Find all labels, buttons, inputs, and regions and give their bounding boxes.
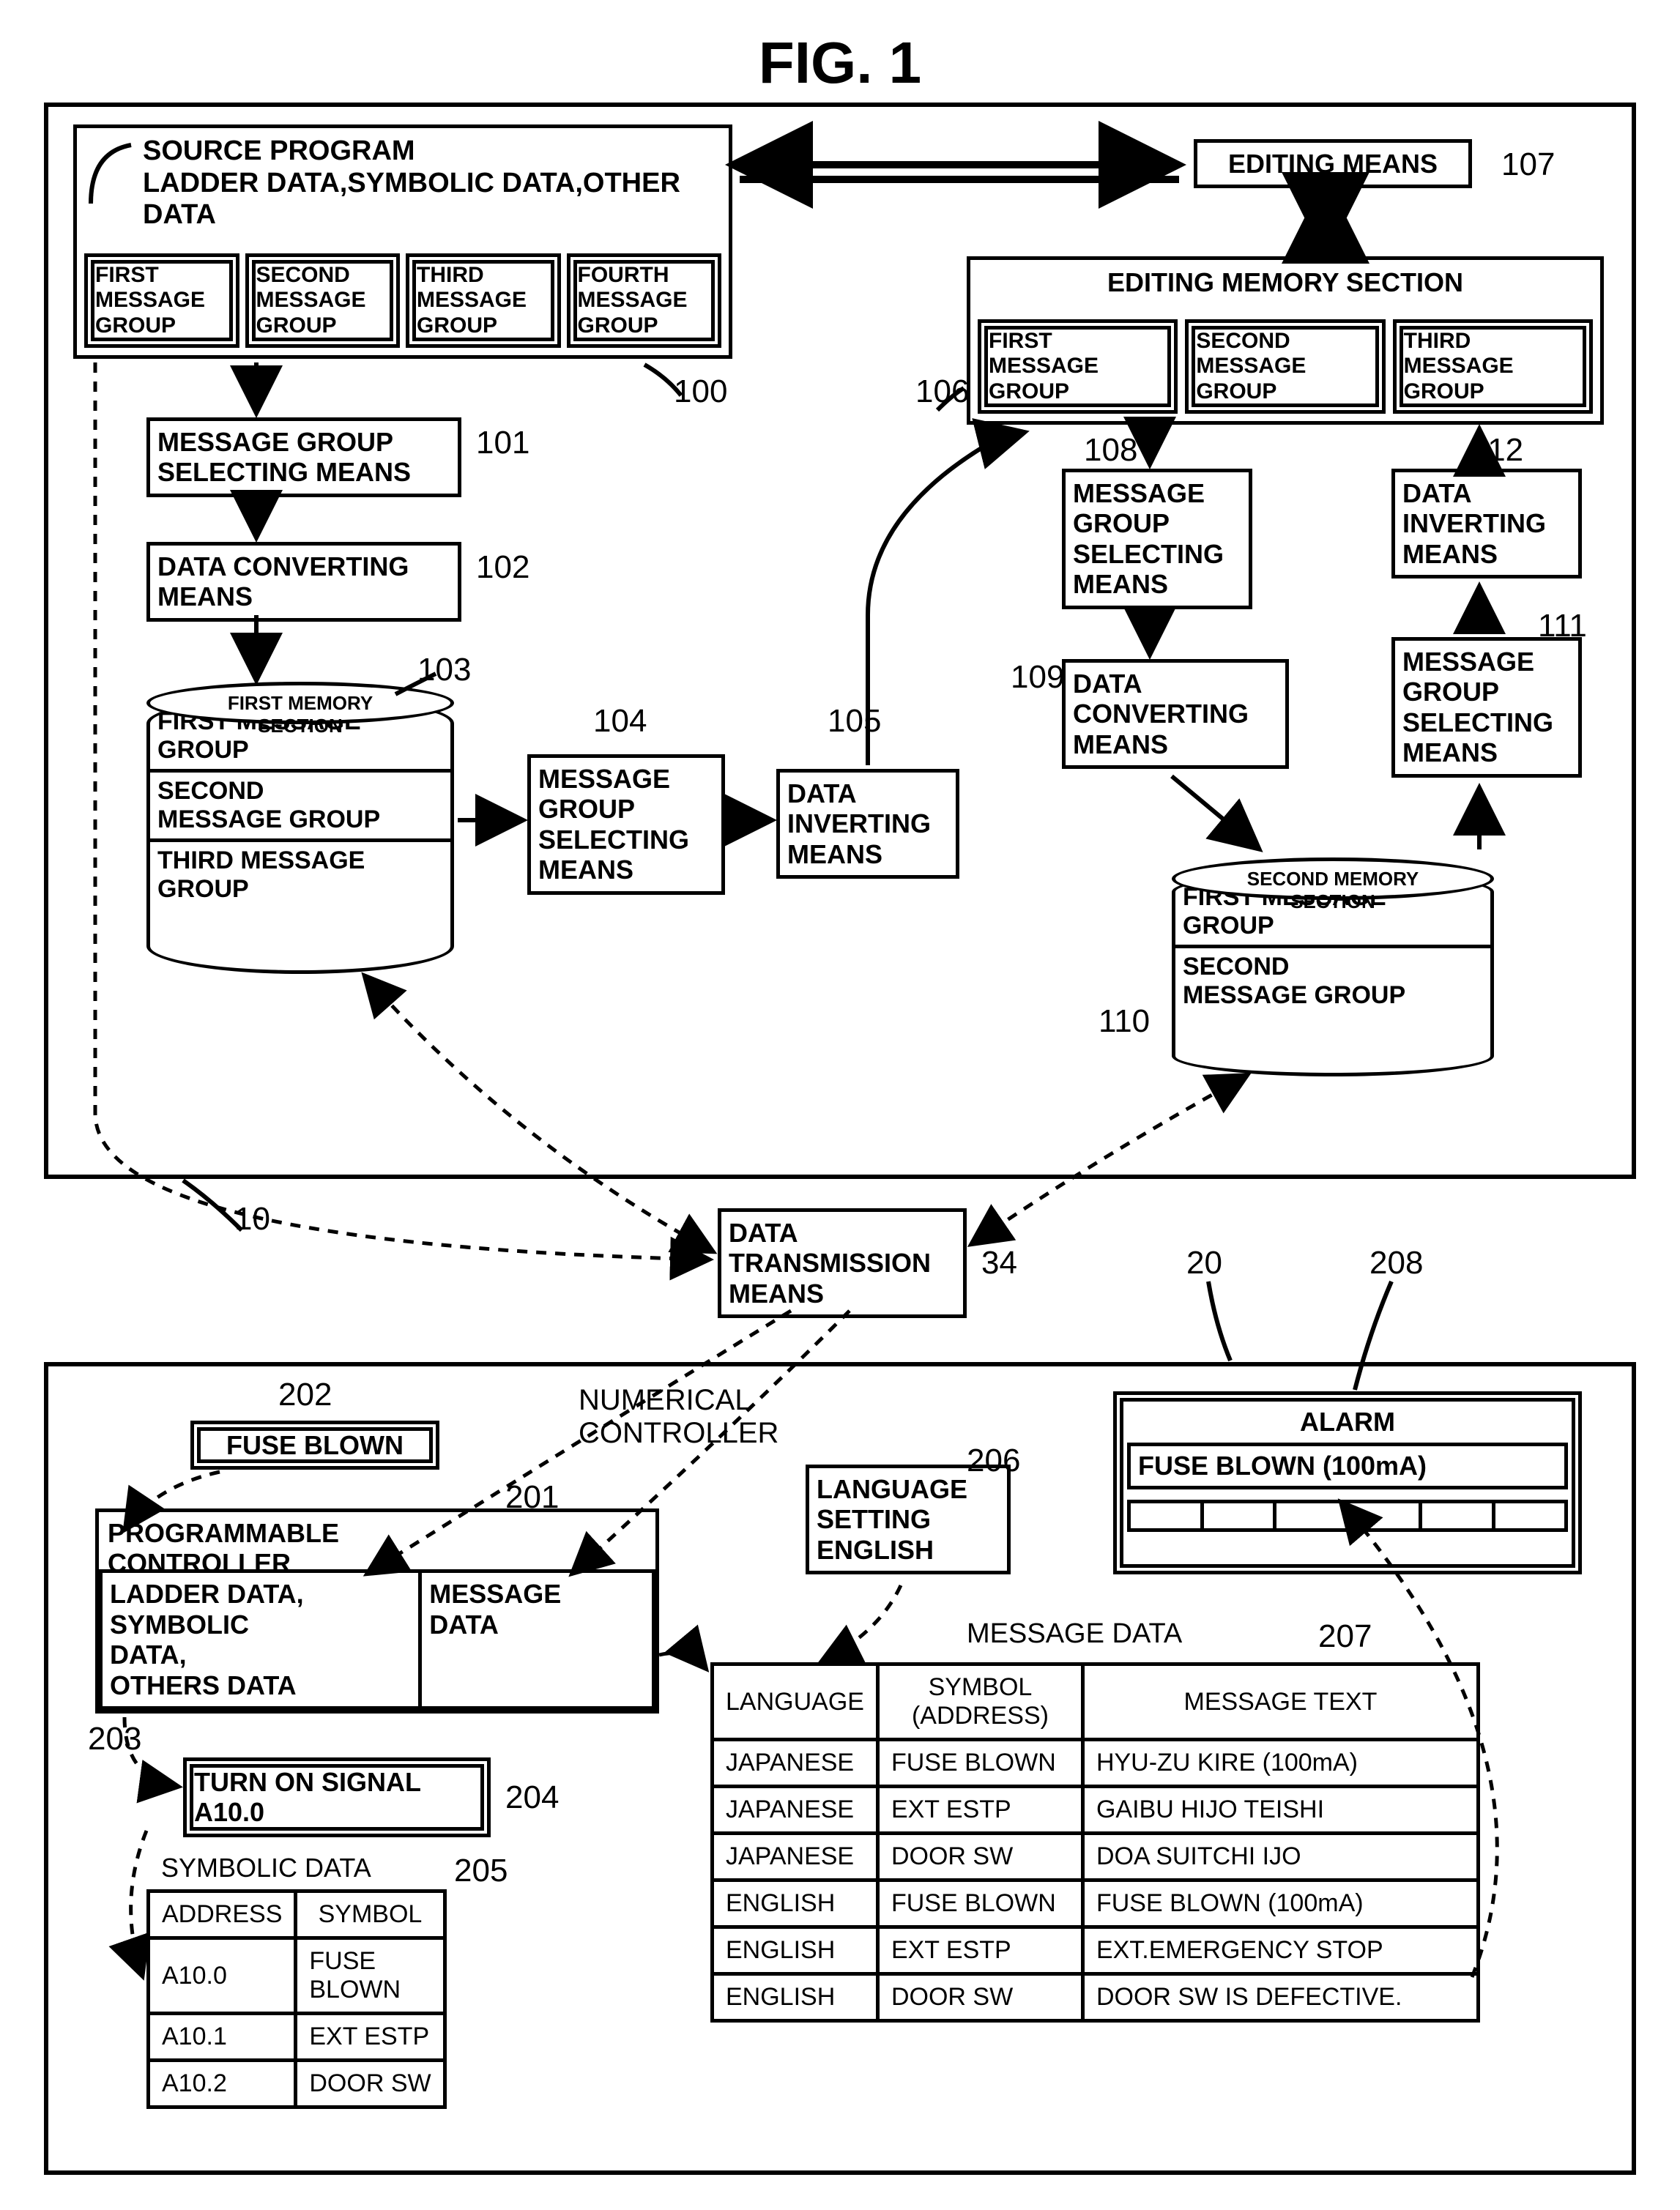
ref-104: 104 <box>593 703 647 740</box>
m42: EXT.EMERGENCY STOP <box>1082 1927 1478 1974</box>
sym-r0c1: FUSE BLOWN <box>296 1938 445 2014</box>
sym-h2: SYMBOL <box>296 1891 445 1938</box>
block-108: MESSAGE GROUP SELECTING MEANS <box>1062 469 1252 609</box>
ref-204: 204 <box>505 1779 559 1816</box>
ref-109: 109 <box>1011 659 1064 696</box>
m22: DOA SUITCHI IJO <box>1082 1834 1478 1880</box>
ref-34: 34 <box>981 1245 1017 1281</box>
msg-h0: LANGUAGE <box>713 1664 878 1740</box>
numerical-controller-label: NUMERICAL CONTROLLER <box>579 1384 778 1450</box>
alarm-text: FUSE BLOWN (100mA) <box>1127 1443 1568 1489</box>
m21: DOOR SW <box>877 1834 1082 1880</box>
em-group-3: THIRD MESSAGE GROUP <box>1393 319 1593 414</box>
fuse-blown-display: FUSE BLOWN <box>190 1421 439 1470</box>
sym-r1c0: A10.1 <box>149 2014 296 2061</box>
figure-title: FIG. 1 <box>759 29 921 97</box>
ref-206: 206 <box>967 1443 1020 1479</box>
ref-207: 207 <box>1318 1618 1372 1655</box>
alarm-header: ALARM <box>1127 1407 1568 1437</box>
msg-h1: SYMBOL (ADDRESS) <box>877 1664 1082 1740</box>
db110-title: SECOND MEMORY SECTION <box>1175 868 1490 913</box>
msg-h2: MESSAGE TEXT <box>1082 1664 1478 1740</box>
block-109: DATA CONVERTING MEANS <box>1062 659 1289 769</box>
data-transmission-means: DATA TRANSMISSION MEANS <box>718 1208 967 1318</box>
ref-111: 111 <box>1538 608 1587 644</box>
ref-112: 112 <box>1472 432 1523 469</box>
sym-r2c0: A10.2 <box>149 2061 296 2107</box>
db110-row-2: SECOND MESSAGE GROUP <box>1175 945 1490 1014</box>
message-data-table: LANGUAGE SYMBOL (ADDRESS) MESSAGE TEXT J… <box>710 1662 1480 2023</box>
pc-left: LADDER DATA, SYMBOLIC DATA, OTHERS DATA <box>99 1569 418 1710</box>
m11: EXT ESTP <box>877 1787 1082 1834</box>
block-112: DATA INVERTING MEANS <box>1391 469 1582 578</box>
editing-memory-header: EDITING MEMORY SECTION <box>970 260 1600 302</box>
ref-205: 205 <box>454 1853 508 1889</box>
ref-103: 103 <box>417 652 471 688</box>
symbolic-data-header: SYMBOLIC DATA <box>161 1853 371 1883</box>
m31: FUSE BLOWN <box>877 1880 1082 1927</box>
ref-102: 102 <box>476 549 529 586</box>
ref-110: 110 <box>1099 1003 1150 1040</box>
m41: EXT ESTP <box>877 1927 1082 1974</box>
second-memory-section: SECOND MEMORY SECTION FIRST MESSAGE GROU… <box>1172 871 1494 1076</box>
db103-title: FIRST MEMORY SECTION <box>150 692 450 737</box>
source-program-header: SOURCE PROGRAM LADDER DATA,SYMBOLIC DATA… <box>77 128 729 236</box>
m32: FUSE BLOWN (100mA) <box>1082 1880 1478 1927</box>
editing-means: EDITING MEANS <box>1194 139 1472 188</box>
msg-group-3: THIRD MESSAGE GROUP <box>406 253 561 349</box>
ref-10: 10 <box>234 1201 270 1238</box>
m01: FUSE BLOWN <box>877 1740 1082 1787</box>
turn-on-signal: TURN ON SIGNAL A10.0 <box>183 1757 491 1837</box>
ref-108: 108 <box>1084 432 1137 469</box>
db103-row-3: THIRD MESSAGE GROUP <box>150 838 450 908</box>
m50: ENGLISH <box>713 1974 878 2021</box>
db103-row-2: SECOND MESSAGE GROUP <box>150 769 450 838</box>
ref-101: 101 <box>476 425 529 461</box>
sym-r1c1: EXT ESTP <box>296 2014 445 2061</box>
m02: HYU-ZU KIRE (100mA) <box>1082 1740 1478 1787</box>
block-104: MESSAGE GROUP SELECTING MEANS <box>527 754 725 895</box>
sym-r0c0: A10.0 <box>149 1938 296 2014</box>
m12: GAIBU HIJO TEISHI <box>1082 1787 1478 1834</box>
language-setting: LANGUAGE SETTING ENGLISH <box>806 1465 1011 1574</box>
ref-208: 208 <box>1369 1245 1423 1281</box>
m00: JAPANESE <box>713 1740 878 1787</box>
m30: ENGLISH <box>713 1880 878 1927</box>
alarm-display: ALARM FUSE BLOWN (100mA) <box>1113 1391 1582 1574</box>
editing-memory-section: EDITING MEMORY SECTION FIRST MESSAGE GRO… <box>967 256 1604 425</box>
programmable-controller: PROGRAMMABLE CONTROLLER LADDER DATA, SYM… <box>95 1508 659 1714</box>
em-group-1: FIRST MESSAGE GROUP <box>978 319 1178 414</box>
sym-r2c1: DOOR SW <box>296 2061 445 2107</box>
ref-107: 107 <box>1501 146 1555 183</box>
m20: JAPANESE <box>713 1834 878 1880</box>
block-111: MESSAGE GROUP SELECTING MEANS <box>1391 637 1582 778</box>
sym-h1: ADDRESS <box>149 1891 296 1938</box>
message-data-header: MESSAGE DATA <box>967 1618 1182 1650</box>
first-memory-section: FIRST MEMORY SECTION FIRST MESSAGE GROUP… <box>146 696 454 974</box>
ref-105: 105 <box>828 703 881 740</box>
source-program-box: SOURCE PROGRAM LADDER DATA,SYMBOLIC DATA… <box>73 124 732 359</box>
block-105: DATA INVERTING MEANS <box>776 769 959 879</box>
block-102: DATA CONVERTING MEANS <box>146 542 461 622</box>
block-101: MESSAGE GROUP SELECTING MEANS <box>146 417 461 497</box>
em-group-2: SECOND MESSAGE GROUP <box>1185 319 1385 414</box>
msg-group-4: FOURTH MESSAGE GROUP <box>567 253 722 349</box>
symbolic-data-table: ADDRESS SYMBOL A10.0FUSE BLOWN A10.1EXT … <box>146 1889 447 2109</box>
ref-100: 100 <box>674 373 727 410</box>
ref-106: 106 <box>915 373 969 410</box>
ref-201: 201 <box>505 1479 559 1516</box>
m10: JAPANESE <box>713 1787 878 1834</box>
msg-group-1: FIRST MESSAGE GROUP <box>84 253 239 349</box>
ref-203: 203 <box>88 1721 141 1757</box>
m51: DOOR SW <box>877 1974 1082 2021</box>
pc-right: MESSAGE DATA <box>418 1569 655 1710</box>
ref-20: 20 <box>1186 1245 1222 1281</box>
m40: ENGLISH <box>713 1927 878 1974</box>
m52: DOOR SW IS DEFECTIVE. <box>1082 1974 1478 2021</box>
ref-202: 202 <box>278 1377 332 1413</box>
msg-group-2: SECOND MESSAGE GROUP <box>245 253 401 349</box>
